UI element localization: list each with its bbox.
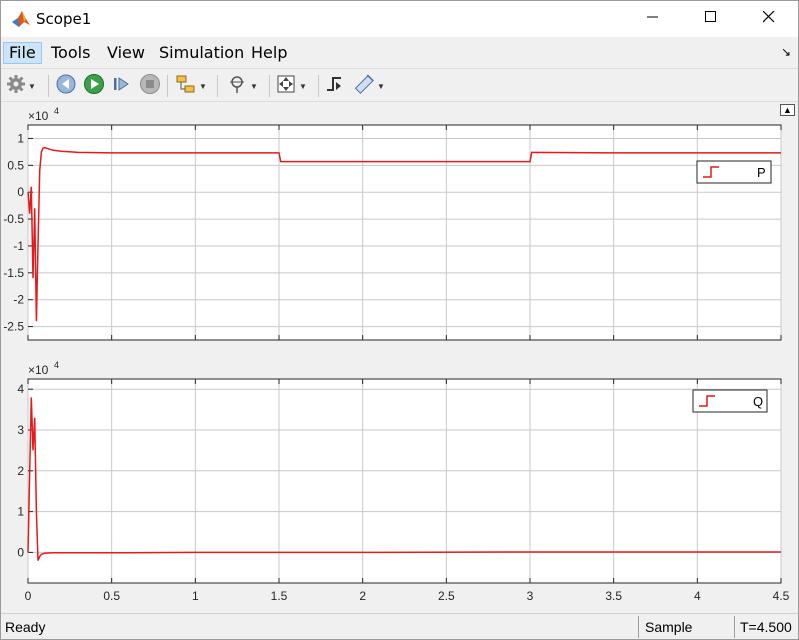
x-tick-label: 1.5 bbox=[271, 589, 288, 603]
chevron-down-icon[interactable]: ▼ bbox=[377, 82, 385, 91]
y-tick-label: 1 bbox=[17, 505, 24, 519]
y-tick-label: -1 bbox=[13, 239, 24, 253]
y-tick-label: -0.5 bbox=[3, 212, 24, 226]
y-tick-label: 2 bbox=[17, 464, 24, 478]
menu-tools[interactable]: Tools bbox=[46, 42, 95, 64]
stop-button[interactable] bbox=[139, 73, 161, 100]
y-tick-label: 4 bbox=[17, 382, 24, 396]
step-back-button[interactable] bbox=[55, 74, 77, 98]
legend-label: Q bbox=[753, 394, 763, 409]
scale-axes-icon bbox=[275, 73, 297, 100]
chevron-down-icon[interactable]: ▼ bbox=[250, 82, 258, 91]
step-forward-button[interactable] bbox=[111, 74, 133, 98]
scale-axes-button[interactable]: ▼ bbox=[275, 74, 307, 98]
y-tick-label: 0.5 bbox=[7, 158, 24, 172]
y-tick-label: 0 bbox=[17, 185, 24, 199]
axes-background bbox=[27, 124, 782, 341]
run-button[interactable] bbox=[83, 73, 105, 100]
title-bar: Scope1 bbox=[1, 1, 798, 37]
y-tick-label: -2 bbox=[13, 293, 24, 307]
run-icon bbox=[83, 73, 105, 100]
x-tick-label: 3 bbox=[527, 589, 534, 603]
axes-q[interactable]: 0 0.5 1 1.5 2 2.5 3 3.5 4 4.5 4 3 2 1 0 ×10 4 Q bbox=[17, 360, 789, 603]
highlight-simulink-block-icon bbox=[175, 73, 197, 100]
cursor-measurements-button[interactable]: ▼ bbox=[353, 74, 385, 98]
status-bar: Ready Sample based T=4.500 bbox=[1, 613, 798, 639]
close-button[interactable] bbox=[740, 1, 798, 37]
menu-file[interactable]: File bbox=[3, 42, 42, 64]
x-tick-label: 3.5 bbox=[605, 589, 622, 603]
undock-icon[interactable]: ▲ bbox=[780, 104, 795, 116]
scope-plots: 1 0.5 0 -0.5 -1 -1.5 -2 -2.5 ×10 4 P 0 0.5 1 1.5 2 2.5 3… bbox=[3, 106, 789, 603]
plot-area: ▲ 1 0.5 0 -0.5 -1 -1.5 -2 -2.5 ×10 4 P 0 0.5 1 1.5 2 2.… bbox=[1, 103, 798, 611]
simulation-time: T=4.500 bbox=[734, 616, 798, 638]
window-title: Scope1 bbox=[36, 10, 92, 28]
dock-arrow-icon[interactable]: ↘ bbox=[781, 45, 791, 59]
minimize-button[interactable] bbox=[624, 1, 682, 37]
exponent-power: 4 bbox=[54, 106, 59, 116]
triggers-button[interactable] bbox=[324, 74, 346, 98]
highlight-block-button[interactable]: ▼ bbox=[175, 74, 207, 98]
step-back-icon bbox=[55, 73, 77, 100]
minimize-icon bbox=[647, 10, 659, 28]
y-tick-label: -2.5 bbox=[3, 320, 24, 334]
scope-window: Scope1 File Tools View Simulation Help ↘… bbox=[0, 0, 799, 640]
x-tick-label: 2 bbox=[359, 589, 366, 603]
exponent-label: ×10 bbox=[28, 363, 49, 377]
legend: P bbox=[696, 160, 772, 184]
step-forward-icon bbox=[111, 73, 133, 100]
matlab-logo-icon bbox=[11, 9, 31, 29]
axes-p[interactable]: 1 0.5 0 -0.5 -1 -1.5 -2 -2.5 ×10 4 P bbox=[3, 106, 782, 341]
chevron-down-icon[interactable]: ▼ bbox=[199, 82, 207, 91]
y-tick-label: 0 bbox=[17, 545, 24, 559]
toolbar: ▼ ▼ ▼ ▼ ▼ bbox=[1, 68, 798, 102]
menu-view[interactable]: View bbox=[102, 42, 150, 64]
y-tick-label: 3 bbox=[17, 423, 24, 437]
configuration-gear-icon bbox=[6, 74, 26, 99]
zoom-button[interactable]: ▼ bbox=[226, 74, 258, 98]
x-tick-label: 0 bbox=[25, 589, 32, 603]
exponent-power: 4 bbox=[54, 360, 59, 370]
x-tick-label: 4 bbox=[694, 589, 701, 603]
triggers-icon bbox=[324, 73, 346, 100]
y-tick-label: 1 bbox=[17, 131, 24, 145]
x-tick-label: 4.5 bbox=[773, 589, 790, 603]
configuration-button[interactable]: ▼ bbox=[6, 74, 36, 98]
x-tick-label: 1 bbox=[192, 589, 199, 603]
menu-simulation[interactable]: Simulation bbox=[154, 42, 249, 64]
x-tick-label: 0.5 bbox=[103, 589, 120, 603]
zoom-icon bbox=[226, 73, 248, 100]
y-tick-label: -1.5 bbox=[3, 266, 24, 280]
x-tick-label: 2.5 bbox=[438, 589, 455, 603]
cursor-measurements-icon bbox=[353, 73, 375, 100]
stop-icon bbox=[139, 73, 161, 100]
exponent-label: ×10 bbox=[28, 109, 49, 123]
menu-bar: File Tools View Simulation Help ↘ bbox=[1, 39, 798, 67]
menu-help[interactable]: Help bbox=[246, 42, 292, 64]
legend: Q bbox=[692, 389, 768, 413]
maximize-icon bbox=[705, 10, 717, 28]
chevron-down-icon[interactable]: ▼ bbox=[28, 82, 36, 91]
chevron-down-icon[interactable]: ▼ bbox=[299, 82, 307, 91]
maximize-button[interactable] bbox=[682, 1, 740, 37]
status-text: Ready bbox=[5, 619, 46, 635]
legend-label: P bbox=[757, 165, 766, 180]
sample-mode: Sample based bbox=[638, 616, 734, 638]
close-icon bbox=[762, 10, 775, 28]
